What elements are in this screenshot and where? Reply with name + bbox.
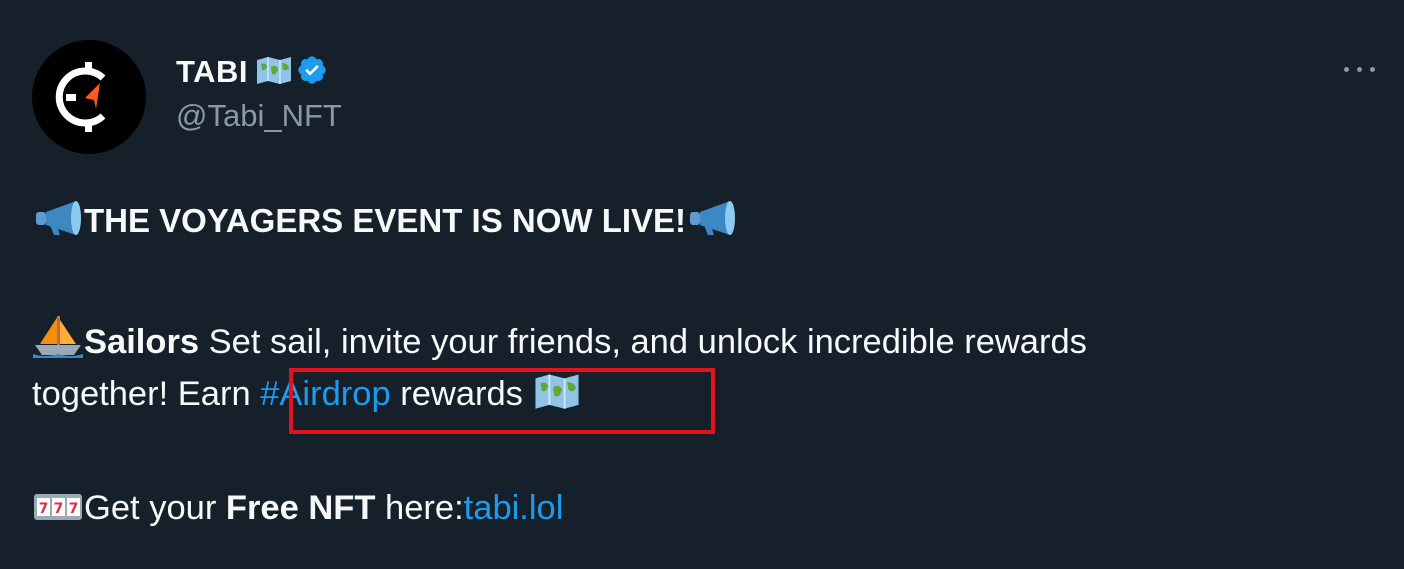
- sailors-label: Sailors: [84, 323, 200, 361]
- slot-machine-emoji-icon: 7 7 7: [32, 488, 84, 533]
- paragraph-3-mid: here:: [375, 489, 464, 527]
- paragraph-2-text: together! Earn: [32, 375, 261, 413]
- world-map-emoji-icon: [533, 372, 581, 419]
- svg-text:7: 7: [69, 501, 79, 517]
- more-horizontal-icon-dot: [1357, 67, 1362, 72]
- avatar[interactable]: [32, 40, 146, 154]
- tweet-headline: THE VOYAGERS EVENT IS NOW LIVE!: [32, 199, 738, 245]
- svg-text:7: 7: [39, 501, 49, 517]
- more-options-button[interactable]: [1340, 58, 1380, 82]
- svg-text:7: 7: [54, 501, 64, 517]
- more-horizontal-icon: [1344, 67, 1349, 72]
- world-map-emoji-icon: [256, 55, 292, 90]
- free-nft-label: Free NFT: [225, 489, 376, 527]
- tweet-paragraph-1: Sailors Set sail, invite your friends, a…: [32, 314, 1087, 367]
- display-name[interactable]: TABI: [176, 54, 248, 90]
- megaphone-emoji-icon: [32, 199, 84, 245]
- tweet-paragraph-3: 7 7 7 Get your Free NFT here:tabi.lol: [32, 488, 563, 533]
- headline-text: THE VOYAGERS EVENT IS NOW LIVE!: [84, 202, 687, 239]
- paragraph-3-text: Get your: [84, 489, 226, 527]
- author-handle[interactable]: @Tabi_NFT: [176, 98, 342, 134]
- sailboat-emoji-icon: [32, 314, 84, 367]
- tabi-link[interactable]: tabi.lol: [464, 489, 564, 527]
- megaphone-emoji-icon: [686, 199, 738, 245]
- hashtag-link[interactable]: #Airdrop: [260, 375, 390, 413]
- tweet: TABI @Tabi_NFT THE VOYAGERS EVENT IS NOW…: [0, 0, 1404, 569]
- more-horizontal-icon-dot: [1370, 67, 1375, 72]
- tabi-logo-icon: [55, 62, 106, 132]
- author-name-row: TABI: [176, 50, 328, 94]
- paragraph-2-after: rewards: [390, 375, 533, 413]
- verified-badge-icon[interactable]: [296, 54, 328, 91]
- tweet-paragraph-1-cont: together! Earn #Airdrop rewards: [32, 372, 581, 419]
- paragraph-1-text: Set sail, invite your friends, and unloc…: [199, 323, 1087, 361]
